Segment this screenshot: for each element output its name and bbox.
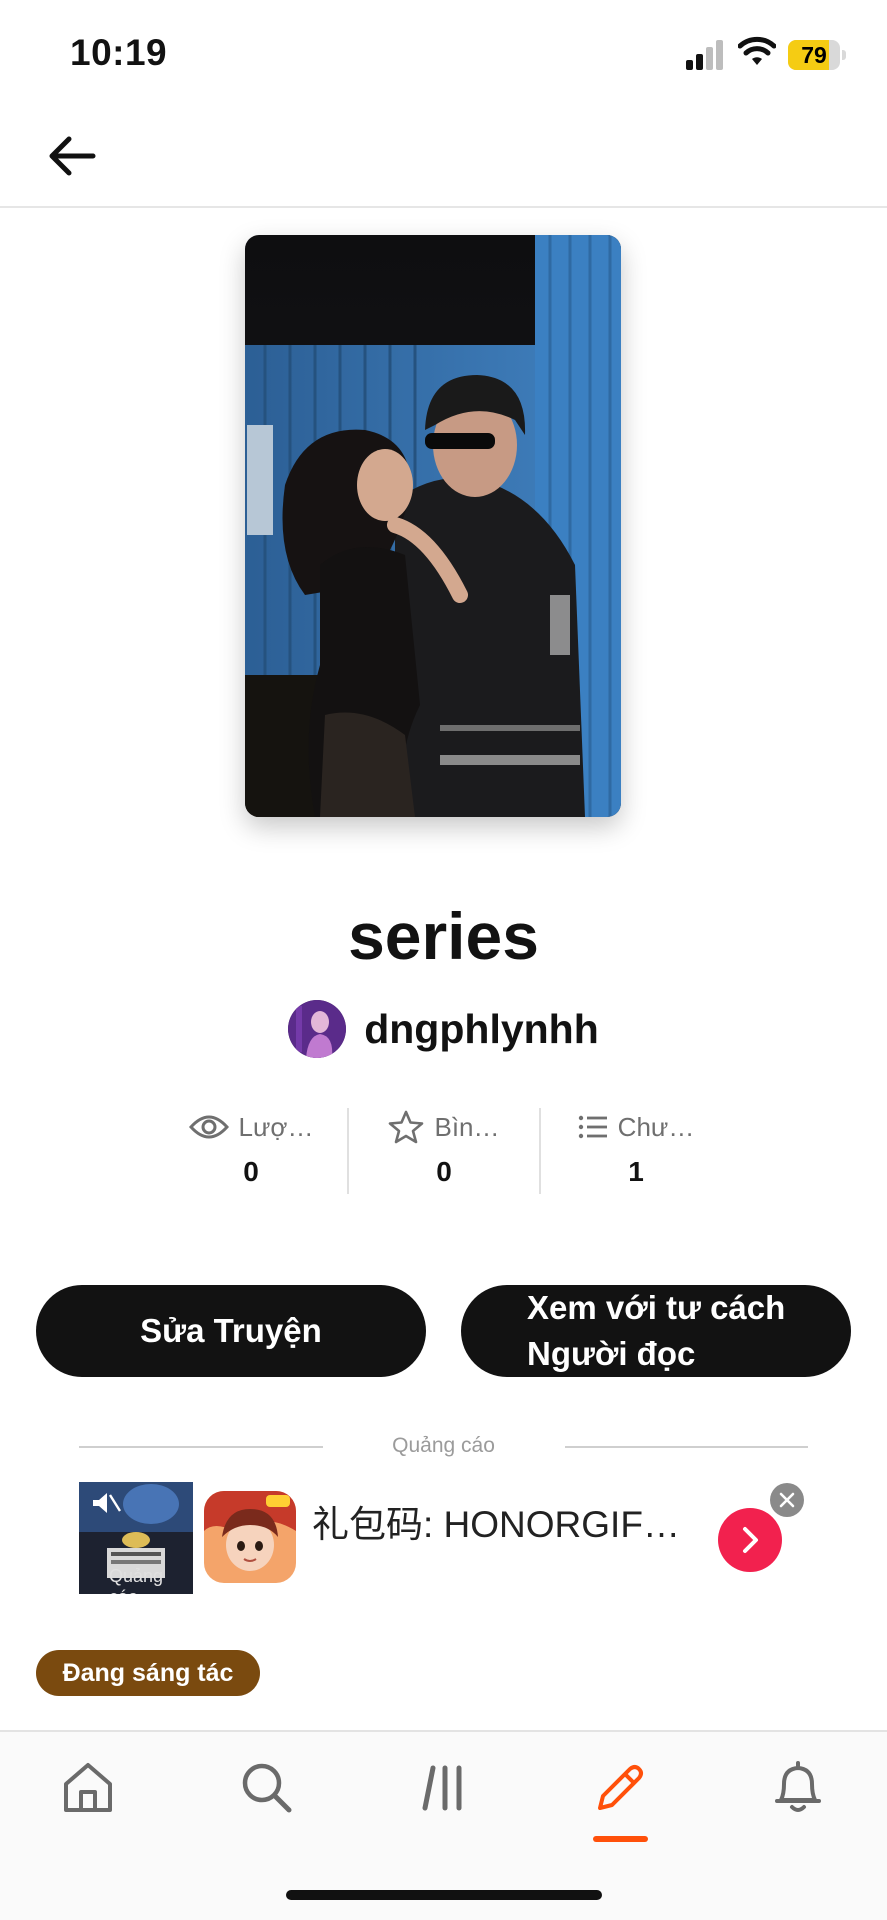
ad-headline[interactable]: 礼包码: HONORGIFT…. <box>312 1494 702 1548</box>
stat-label: Chư… <box>617 1111 695 1142</box>
tab-notifications[interactable] <box>754 1760 842 1856</box>
tab-library[interactable] <box>400 1760 488 1856</box>
cellular-signal-icon <box>686 40 723 70</box>
home-icon <box>64 1763 112 1812</box>
view-as-reader-label-line2: Người đọc <box>527 1335 696 1372</box>
tab-search[interactable] <box>222 1760 310 1856</box>
nav-header <box>0 104 887 208</box>
ad-app-icon[interactable] <box>204 1491 296 1583</box>
stat-value: 1 <box>628 1156 644 1187</box>
ad-video-thumbnail[interactable]: Quảng cáo <box>79 1482 193 1594</box>
author-link[interactable]: dngphlynhh <box>0 1000 887 1058</box>
wifi-icon <box>738 36 776 65</box>
view-as-reader-button[interactable]: Xem với tư cách Người đọc <box>461 1285 851 1377</box>
bell-icon <box>775 1761 821 1812</box>
story-status-badge: Đang sáng tác <box>36 1650 260 1696</box>
story-stats: Lượ… 0 Bìn… 0 Chư… 1 <box>155 1108 733 1194</box>
home-indicator <box>286 1890 602 1900</box>
ad-close-button[interactable] <box>770 1483 804 1517</box>
tab-home[interactable] <box>44 1760 132 1856</box>
stat-label: Lượ… <box>238 1111 314 1142</box>
author-name: dngphlynhh <box>364 1005 599 1052</box>
search-icon <box>242 1763 292 1813</box>
status-time: 10:19 <box>70 32 168 73</box>
edit-story-button[interactable]: Sửa Truyện <box>36 1285 426 1377</box>
stat-value: 0 <box>436 1156 452 1187</box>
back-button[interactable] <box>36 126 108 186</box>
stat-reads[interactable]: Lượ… 0 <box>155 1108 347 1194</box>
stat-label: Bìn… <box>434 1111 500 1142</box>
close-icon <box>779 1492 795 1508</box>
eye-icon <box>188 1115 229 1139</box>
story-details-screen: 10:19 79 series dngphlynhh Lượ… 0 Bìn… 0… <box>0 0 887 1920</box>
battery-level: 79 <box>801 42 827 68</box>
edit-story-label: Sửa Truyện <box>140 1312 322 1349</box>
story-title: series <box>348 899 539 973</box>
ad-section-label: Quảng cáo <box>392 1434 495 1457</box>
stat-votes[interactable]: Bìn… 0 <box>347 1108 539 1194</box>
arrow-left-icon <box>49 136 96 176</box>
stat-value: 0 <box>243 1156 259 1187</box>
library-icon <box>422 1765 462 1811</box>
avatar <box>288 1000 347 1058</box>
battery-indicator: 79 <box>788 40 846 70</box>
story-cover-image[interactable] <box>245 235 621 817</box>
ad-thumbnail-caption: Quảng cáo <box>109 1566 164 1594</box>
star-icon <box>389 1110 424 1144</box>
cover-photo <box>245 235 621 817</box>
chevron-right-icon <box>743 1527 758 1553</box>
view-as-reader-label-line1: Xem với tư cách <box>527 1289 786 1326</box>
active-tab-indicator <box>593 1836 648 1842</box>
pencil-icon <box>598 1765 643 1810</box>
ad-open-button[interactable] <box>718 1508 782 1572</box>
status-bar: 10:19 79 <box>0 0 887 104</box>
stat-parts[interactable]: Chư… 1 <box>539 1108 731 1194</box>
list-icon <box>578 1115 607 1139</box>
